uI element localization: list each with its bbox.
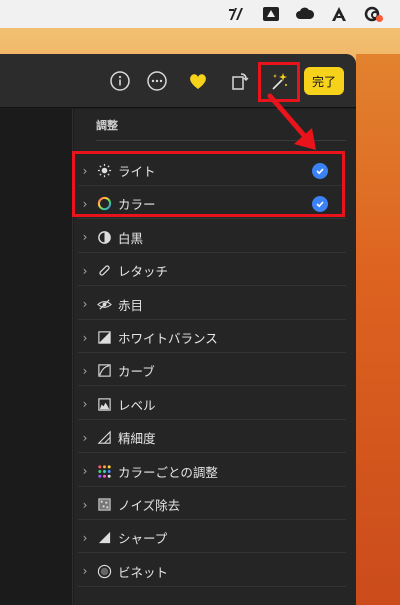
rotate-icon[interactable]	[227, 68, 253, 94]
adjustment-row[interactable]: › カーブ	[78, 356, 346, 387]
desktop-wallpaper	[356, 54, 400, 605]
chevron-right-icon[interactable]: ›	[78, 264, 92, 278]
adjustment-row[interactable]: › 精細度	[78, 423, 346, 454]
more-icon[interactable]	[144, 68, 170, 94]
definition-icon	[96, 430, 112, 446]
info-icon[interactable]	[107, 68, 133, 94]
adjustment-label: レタッチ	[118, 264, 169, 280]
adjustment-row[interactable]: › ビネット	[78, 557, 346, 587]
app-store-icon[interactable]	[322, 0, 356, 28]
adjustment-label: 赤目	[118, 297, 144, 313]
chevron-right-icon[interactable]: ›	[78, 498, 92, 512]
dots-grid-icon	[96, 463, 112, 479]
adjustment-label: シャープ	[118, 531, 168, 547]
drive-icon[interactable]	[254, 0, 288, 28]
eye-slash-icon	[96, 296, 112, 312]
adjustment-label: 精細度	[118, 431, 156, 447]
adjustment-row[interactable]: › 白黒	[78, 223, 346, 253]
creative-cloud-icon[interactable]	[356, 0, 390, 28]
adjustment-row[interactable]: › ノイズ除去	[78, 490, 346, 520]
chevron-right-icon[interactable]: ›	[78, 564, 92, 578]
white-balance-icon	[96, 330, 112, 346]
heart-icon[interactable]	[185, 68, 211, 94]
adjustment-label: カラーごとの調整	[118, 464, 218, 480]
adjustment-row[interactable]: › シャープ	[78, 523, 346, 554]
menu-bar	[0, 0, 400, 28]
vignette-icon	[96, 563, 112, 579]
adjustment-label: レベル	[118, 397, 156, 413]
adjustment-label: 白黒	[118, 230, 144, 246]
bandage-icon	[96, 263, 112, 279]
cloud-icon[interactable]	[288, 0, 322, 28]
levels-icon	[96, 396, 112, 412]
adjustment-label: ノイズ除去	[118, 498, 181, 513]
adjustment-row[interactable]: › レタッチ	[78, 256, 346, 287]
sharpen-icon	[96, 530, 112, 546]
chevron-right-icon[interactable]: ›	[78, 364, 92, 378]
notification-badge	[376, 15, 383, 22]
annotation-arrow	[267, 93, 316, 150]
half-circle-icon	[96, 229, 112, 245]
adjustment-label: ホワイトバランス	[118, 331, 218, 346]
photo-canvas[interactable]	[0, 109, 73, 605]
noise-icon	[96, 497, 112, 513]
stats-icon[interactable]	[220, 0, 254, 28]
chevron-right-icon[interactable]: ›	[78, 431, 92, 445]
panel-title: 調整	[96, 119, 118, 132]
adjustment-row[interactable]: › 赤目	[78, 290, 346, 320]
adjustment-row[interactable]: › レベル	[78, 390, 346, 420]
chevron-right-icon[interactable]: ›	[78, 230, 92, 244]
adjustment-row[interactable]: › ホワイトバランス	[78, 323, 346, 353]
adjustment-label: ビネット	[118, 564, 169, 580]
chevron-right-icon[interactable]: ›	[78, 397, 92, 411]
light-color-highlight-annotation	[72, 151, 345, 217]
chevron-right-icon[interactable]: ›	[78, 331, 92, 345]
chevron-right-icon[interactable]: ›	[78, 297, 92, 311]
chevron-right-icon[interactable]: ›	[78, 464, 92, 478]
chevron-right-icon[interactable]: ›	[78, 531, 92, 545]
adjustment-row[interactable]: › カラーごとの調整	[78, 457, 346, 487]
curve-icon	[96, 363, 112, 379]
adjustment-label: カーブ	[118, 364, 155, 380]
